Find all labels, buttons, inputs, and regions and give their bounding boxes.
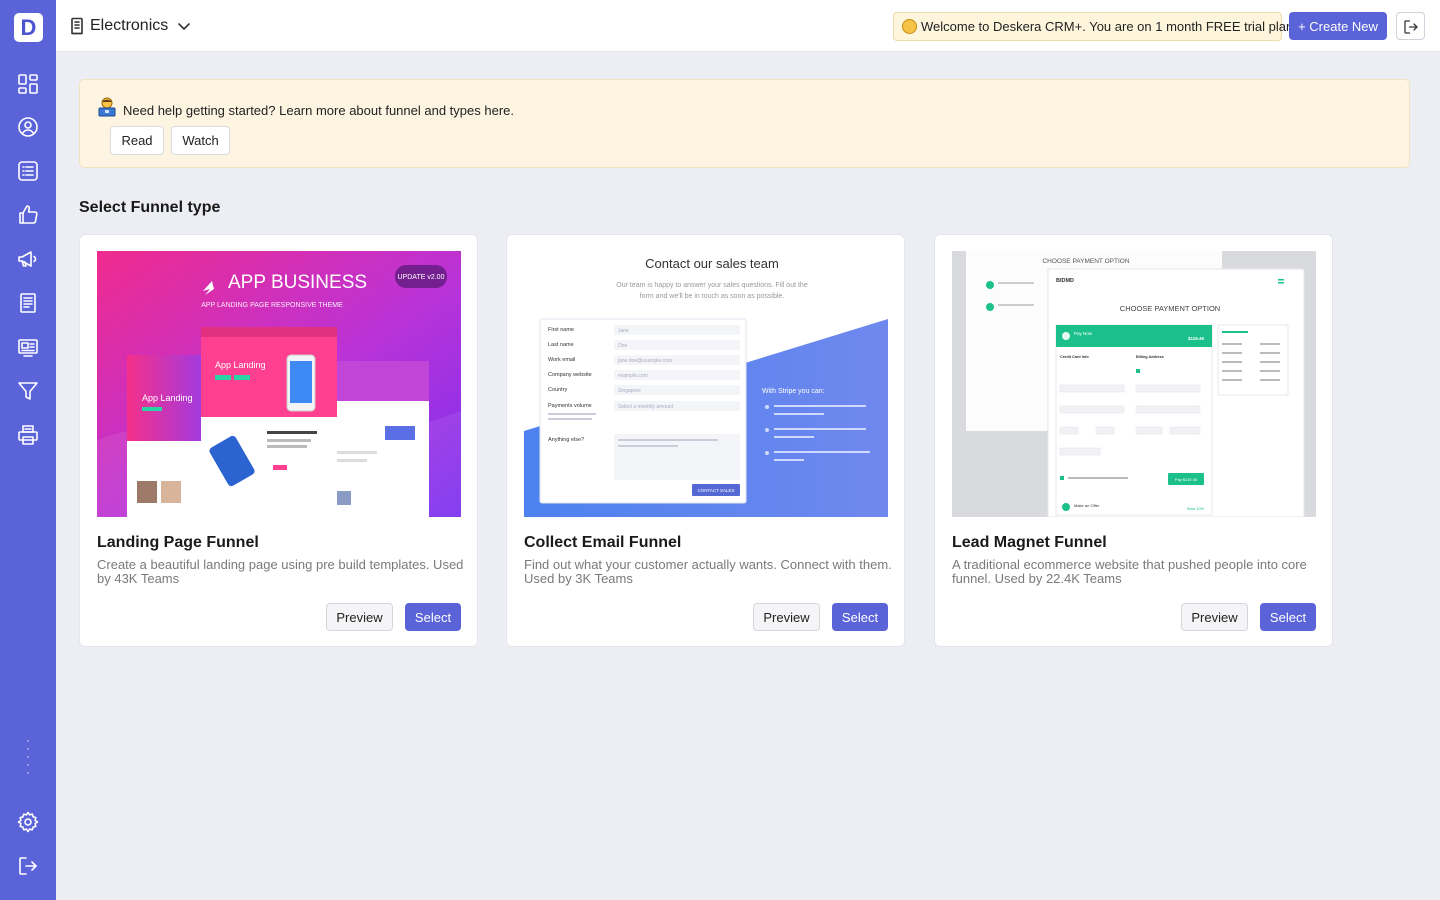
thumb-placeholder: Doe <box>618 343 627 349</box>
logout-button[interactable] <box>1396 12 1425 40</box>
thumb-card-info: Credit Card Info <box>1060 355 1089 359</box>
card-description: A traditional ecommerce website that pus… <box>952 557 1307 586</box>
thumb-field-label: Payments volume <box>548 403 592 409</box>
trial-notice: Welcome to Deskera CRM+. You are on 1 mo… <box>893 12 1297 41</box>
funnel-icon[interactable] <box>16 379 40 403</box>
thumb-field-label: First name <box>548 327 574 333</box>
select-button[interactable]: Select <box>405 603 461 631</box>
read-button[interactable]: Read <box>110 126 164 155</box>
thumb-placeholder: jane.doe@example.com <box>617 358 672 364</box>
collect-email-thumbnail: Contact our sales team Our team is happy… <box>524 251 888 517</box>
thumb-brand: APP BUSINESS <box>228 272 367 293</box>
printer-icon[interactable] <box>16 423 40 447</box>
preview-button[interactable]: Preview <box>753 603 820 631</box>
thumb-screen-title-front: App Landing <box>215 360 266 370</box>
org-switcher[interactable]: Electronics <box>70 14 192 38</box>
document-icon[interactable] <box>16 291 40 315</box>
help-text: Need help getting started? Learn more ab… <box>123 103 514 118</box>
thumb-top-heading: CHOOSE PAYMENT OPTION <box>1042 258 1129 265</box>
chevron-down-icon <box>178 23 191 30</box>
list-icon[interactable] <box>16 159 40 183</box>
newspaper-icon[interactable] <box>16 335 40 359</box>
thumb-pay-now: Pay Now <box>1074 331 1093 336</box>
landing-page-thumbnail: APP BUSINESS APP LANDING PAGE RESPONSIVE… <box>97 251 461 517</box>
card-title: Collect Email Funnel <box>524 534 682 551</box>
sidebar: D <box>0 0 56 900</box>
logout-icon <box>1404 20 1418 34</box>
thumb-billing: Billing Address <box>1136 355 1164 359</box>
megaphone-icon[interactable] <box>16 247 40 271</box>
thumb-amount: $119.46 <box>1188 336 1205 341</box>
funnel-card-landing-page: APP BUSINESS APP LANDING PAGE RESPONSIVE… <box>79 234 478 647</box>
preview-button[interactable]: Preview <box>326 603 393 631</box>
thumb-badge: UPDATE v2.00 <box>398 274 445 281</box>
contacts-icon[interactable] <box>16 115 40 139</box>
top-bar: Electronics Welcome to Deskera CRM+. You… <box>56 0 1440 52</box>
thumb-pay-button: Pay $119.46 <box>1175 477 1198 482</box>
thumb-offer: Make an Offer <box>1074 503 1100 508</box>
funnel-card-collect-email: Contact our sales team Our team is happy… <box>506 234 905 647</box>
thumb-side-title: With Stripe you can: <box>762 388 825 395</box>
thumb-heading: Contact our sales team <box>645 256 779 271</box>
thumb-screen-title-left: App Landing <box>142 393 193 403</box>
thumb-field-label: Last name <box>548 342 574 348</box>
dashboard-icon[interactable] <box>16 72 40 96</box>
org-name: Electronics <box>90 17 169 34</box>
thumb-field-label: Company website <box>548 372 592 378</box>
help-banner: Need help getting started? Learn more ab… <box>79 79 1410 168</box>
trial-text: Welcome to Deskera CRM+. You are on 1 mo… <box>921 19 1297 34</box>
thumb-placeholder: Singapore <box>618 388 641 394</box>
building-icon <box>71 17 83 35</box>
card-title: Lead Magnet Funnel <box>952 534 1107 551</box>
thumbs-up-icon[interactable] <box>16 203 40 227</box>
thumb-placeholder: Select a monthly amount <box>618 404 674 410</box>
card-description: Create a beautiful landing page using pr… <box>97 557 464 586</box>
card-title: Landing Page Funnel <box>97 534 259 551</box>
select-button[interactable]: Select <box>832 603 888 631</box>
thumb-heading: CHOOSE PAYMENT OPTION <box>1120 304 1220 313</box>
thumb-field-label: Country <box>548 387 568 393</box>
waving-hand-icon <box>902 19 917 34</box>
thumb-subheading-2: form and we'll be in touch as soon as po… <box>640 293 785 300</box>
section-title: Select Funnel type <box>79 199 221 216</box>
thumb-field-label: Work email <box>548 357 575 363</box>
thumb-placeholder: example.com <box>618 373 648 379</box>
person-laptop-icon <box>98 97 116 117</box>
watch-button[interactable]: Watch <box>171 126 230 155</box>
thumb-field-label: Anything else? <box>548 437 584 443</box>
deskera-logo[interactable]: D <box>14 13 43 42</box>
thumb-placeholder: Jane <box>618 328 629 334</box>
gear-icon[interactable] <box>16 810 40 834</box>
select-button[interactable]: Select <box>1260 603 1316 631</box>
funnel-card-lead-magnet: CHOOSE PAYMENT OPTION BIDMD CHOOSE PAYME… <box>934 234 1333 647</box>
lead-magnet-thumbnail: CHOOSE PAYMENT OPTION BIDMD CHOOSE PAYME… <box>952 251 1316 517</box>
card-description: Find out what your customer actually wan… <box>524 557 892 586</box>
thumb-subheading-1: Our team is happy to answer your sales q… <box>616 282 808 289</box>
preview-button[interactable]: Preview <box>1181 603 1248 631</box>
create-new-button[interactable]: + Create New <box>1289 12 1387 40</box>
thumb-save: Save 10% <box>1187 507 1205 511</box>
thumb-tagline: APP LANDING PAGE RESPONSIVE THEME <box>201 302 343 309</box>
thumb-contact-button: CONTACT SALES <box>697 488 734 493</box>
sidebar-divider <box>27 740 29 780</box>
thumb-brand: BIDMD <box>1056 278 1074 284</box>
logout-icon[interactable] <box>16 854 40 878</box>
